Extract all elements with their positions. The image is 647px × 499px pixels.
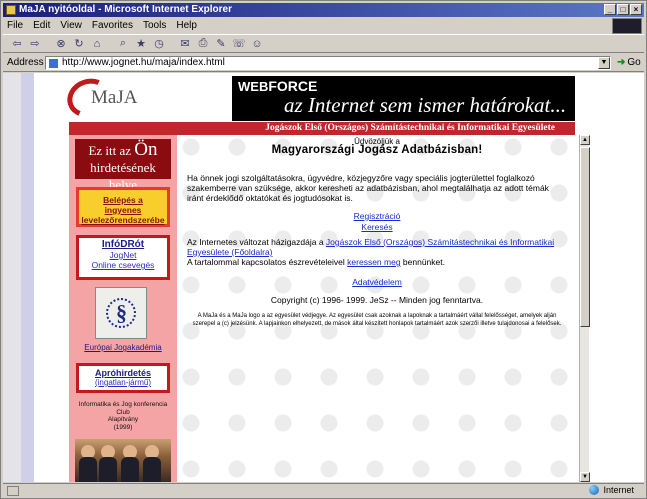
org-strip: Jogászok Első (Országos) Számítástechnik… (69, 122, 575, 135)
classifieds-title[interactable]: Apróhirdetés (79, 368, 167, 378)
jognet-link[interactable]: JogNet (79, 250, 167, 260)
bg-stripe (21, 73, 34, 482)
club-caption: Informatika és Jog konferencia Club Alap… (78, 401, 168, 431)
app-icon (6, 5, 16, 15)
classifieds-box: Apróhirdetés (ingatlan-jármű) (76, 363, 170, 393)
scroll-up-icon[interactable]: ▲ (580, 135, 590, 145)
title-bar: MaJA nyitóoldal - Microsoft Internet Exp… (3, 3, 644, 17)
menu-bar: File Edit View Favorites Tools Help (3, 18, 644, 33)
edit-icon[interactable]: ✎ (213, 36, 229, 51)
european-law-academy-logo[interactable]: § (95, 287, 147, 339)
registration-links: Regisztráció Keresés (187, 211, 567, 233)
infodrot-box: InfóDRót JogNet Online csevegés (76, 235, 170, 280)
menu-edit[interactable]: Edit (33, 20, 50, 31)
minimize-button[interactable]: _ (604, 4, 616, 15)
login-line2[interactable]: ingyenes (79, 205, 167, 215)
person-body (143, 457, 161, 482)
page-viewport: MaJA WEBFORCE az Internet sem ismer hatá… (3, 73, 644, 482)
copyright-text: Copyright (c) 1996- 1999. JeSz -- Minden… (270, 295, 484, 305)
login-title[interactable]: Belépés a (79, 195, 167, 205)
page-title: Magyarországi Jogász Adatbázisban! (271, 144, 483, 156)
globe-icon (589, 485, 600, 495)
person-body (121, 457, 139, 482)
toolbar-separator (169, 36, 175, 51)
chat-link[interactable]: Online csevegés (79, 260, 167, 270)
scroll-thumb[interactable] (580, 147, 590, 327)
contact-link[interactable]: keressen meg (347, 257, 400, 267)
security-zone: Internet (589, 485, 634, 495)
maja-logo[interactable]: MaJA (61, 73, 167, 124)
registration-link[interactable]: Regisztráció (354, 211, 401, 221)
menu-file[interactable]: File (7, 20, 23, 31)
address-url: http://www.jognet.hu/maja/index.html (62, 56, 225, 68)
intro-paragraph: Ha önnek jogi szolgáltatásokra, ügyvédre… (187, 173, 549, 203)
classifieds-link[interactable]: (ingatlan-jármű) (79, 378, 167, 388)
sidebar: Ez itt az Ön hirdetésének helye Belépés … (69, 135, 177, 482)
scroll-down-icon[interactable]: ▼ (580, 472, 590, 482)
address-bar: Address http://www.jognet.hu/maja/index.… (3, 54, 644, 72)
privacy-row: Adatvédelem (187, 277, 567, 287)
login-box[interactable]: Belépés a ingyenes levelezőrendszerébe (76, 187, 170, 227)
european-law-academy-link[interactable]: Európai Jogakadémia (73, 343, 173, 352)
person-body (99, 457, 117, 482)
banner-slogan: az Internet sem ismer határokat... (284, 93, 567, 117)
refresh-icon[interactable]: ↻ (71, 36, 87, 51)
history-icon[interactable]: ◷ (151, 36, 167, 51)
go-button[interactable]: ➜ Go (617, 57, 641, 68)
address-input[interactable]: http://www.jognet.hu/maja/index.html ▼ (45, 55, 611, 70)
browser-window: MaJA nyitóoldal - Microsoft Internet Exp… (0, 0, 647, 499)
menu-favorites[interactable]: Favorites (92, 20, 133, 31)
menu-tools[interactable]: Tools (143, 20, 166, 31)
maximize-button[interactable]: □ (617, 4, 629, 15)
home-icon[interactable]: ⌂ (89, 36, 105, 51)
ad-banner[interactable]: Ez itt az Ön hirdetésének helye (75, 139, 171, 192)
bg-stripe (3, 73, 21, 482)
group-photo (75, 439, 171, 482)
browser-throbber-icon (612, 18, 642, 34)
mail-icon[interactable]: ✉ (177, 36, 193, 51)
disclaimer-text: A MaJa és a MaJa logo a az egyesület véd… (192, 313, 562, 327)
banner-brand: WEBFORCE (238, 78, 318, 94)
login-line3[interactable]: levelezőrendszerébe (79, 215, 167, 225)
logo-text: MaJA (91, 87, 138, 108)
toolbar: ⇦ ⇨ ⊗ ↻ ⌂ ⌕ ★ ◷ ✉ ⎙ ✎ ☏ ☺ (3, 34, 644, 53)
window-title: MaJA nyitóoldal - Microsoft Internet Exp… (19, 4, 232, 15)
chevron-down-icon[interactable]: ▼ (598, 56, 610, 69)
discuss-icon[interactable]: ☏ (231, 36, 247, 51)
back-icon[interactable]: ⇦ (9, 36, 25, 51)
go-label: Go (627, 57, 641, 68)
address-label: Address (7, 57, 44, 68)
menu-view[interactable]: View (60, 20, 82, 31)
menu-help[interactable]: Help (176, 20, 197, 31)
page-icon (49, 58, 58, 68)
status-bar: Internet (3, 483, 644, 498)
page-status-icon (7, 486, 19, 496)
host-paragraph: Az Internetes változat házigazdája a Jog… (187, 237, 555, 267)
search-icon[interactable]: ⌕ (115, 36, 131, 51)
messenger-icon[interactable]: ☺ (249, 36, 265, 51)
print-icon[interactable]: ⎙ (195, 36, 211, 51)
webforce-banner[interactable]: WEBFORCE az Internet sem ismer határokat… (232, 76, 575, 121)
person-body (79, 457, 97, 482)
close-button[interactable]: × (630, 4, 642, 15)
infodrot-title[interactable]: InfóDRót (79, 240, 167, 250)
search-link[interactable]: Keresés (361, 222, 392, 232)
main-content: Üdvözöljük a Magyarországi Jogász Adatbá… (179, 135, 577, 482)
paragraph-icon: § (116, 300, 127, 325)
privacy-link[interactable]: Adatvédelem (352, 277, 402, 287)
forward-icon[interactable]: ⇨ (27, 36, 43, 51)
zone-label: Internet (603, 485, 634, 495)
go-arrow-icon: ➜ (617, 57, 626, 68)
vertical-scrollbar[interactable]: ▲ ▼ (579, 135, 590, 482)
window-controls: _ □ × (604, 4, 642, 15)
toolbar-separator (107, 36, 113, 51)
toolbar-separator (45, 36, 51, 51)
stop-icon[interactable]: ⊗ (53, 36, 69, 51)
favorites-icon[interactable]: ★ (133, 36, 149, 51)
